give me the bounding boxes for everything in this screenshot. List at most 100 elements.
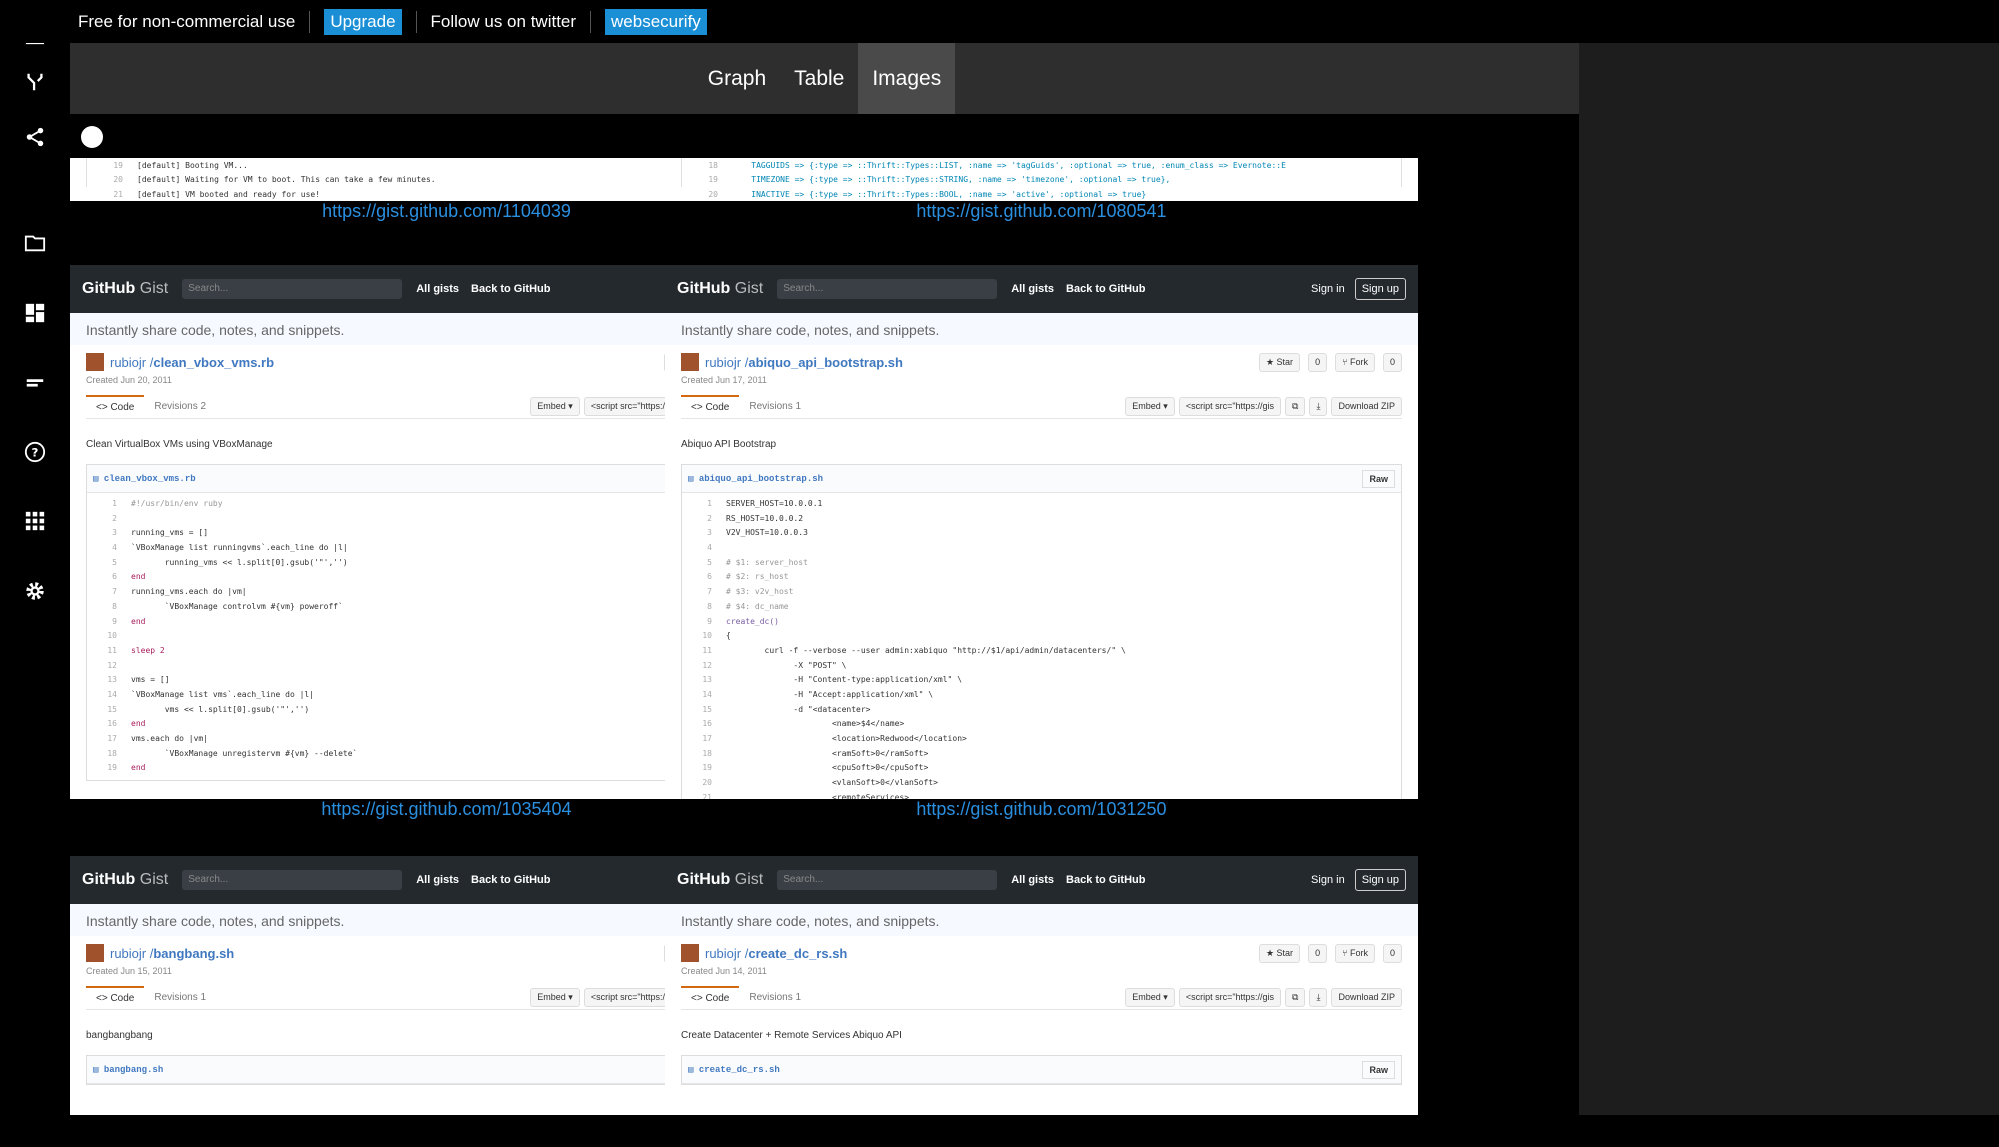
upgrade-button[interactable]: Upgrade — [324, 8, 402, 35]
embed-input[interactable]: <script src="https://gis — [1178, 397, 1282, 416]
raw-button[interactable]: Raw — [1362, 469, 1395, 488]
embed-select[interactable]: Embed ▾ — [1125, 397, 1175, 416]
sign-up-button[interactable]: Sign up — [1354, 869, 1406, 891]
download-zip-button[interactable]: Download ZIP — [1331, 988, 1402, 1007]
right-panel — [1579, 43, 1999, 1115]
desktop-icon[interactable]: ⤓ — [1309, 988, 1328, 1007]
gist-name[interactable]: clean_vbox_vms.rb — [153, 355, 274, 370]
tab-code[interactable]: <> Code — [681, 986, 740, 1009]
gist-tools: Embed ▾<script src="https://gis⧉⤓Downloa… — [1125, 397, 1402, 416]
line-text: create_dc() — [726, 616, 779, 626]
settings-icon[interactable] — [20, 576, 50, 606]
gist-url[interactable]: https://gist.github.com/1080541 — [665, 201, 1418, 223]
github-logo: GitHub Gist — [82, 871, 169, 888]
tab-code[interactable]: <> Code — [86, 395, 145, 418]
help-icon[interactable]: ? — [20, 437, 50, 467]
line-number: 13 — [702, 675, 712, 685]
line-number: 16 — [702, 719, 712, 729]
gist-owner[interactable]: rubiojr / — [110, 946, 153, 961]
line-text: # $1: server_host — [726, 557, 808, 567]
copy-icon[interactable]: ⧉ — [1285, 988, 1306, 1007]
line-text: # $4: dc_name — [726, 601, 789, 611]
sign-in-link[interactable]: Sign in — [1311, 283, 1345, 295]
tab-graph[interactable]: Graph — [694, 43, 780, 114]
tab-revisions[interactable]: Revisions 1 — [144, 987, 216, 1008]
tab-revisions[interactable]: Revisions 2 — [144, 396, 216, 417]
fork-button[interactable]: ⑂ Fork — [1335, 352, 1375, 372]
line-text: end — [131, 616, 146, 626]
fork-icon[interactable] — [20, 67, 50, 97]
status-dot[interactable] — [81, 126, 103, 148]
line-text: [default] Waiting for VM to boot. This c… — [137, 175, 436, 184]
line-text: <cpuSoft>0</cpuSoft> — [726, 763, 929, 773]
line-number: 20 — [708, 189, 718, 199]
apps-icon[interactable] — [20, 506, 50, 536]
desktop-icon[interactable]: ⤓ — [1309, 397, 1328, 416]
line-number: 2 — [707, 513, 712, 523]
gist-screenshot[interactable]: GitHub Gist Search... All gists Back to Git… — [665, 265, 1418, 799]
gist-name[interactable]: create_dc_rs.sh — [748, 946, 847, 961]
sign-in-link[interactable]: Sign in — [1311, 874, 1345, 886]
gist-owner[interactable]: rubiojr / — [110, 355, 153, 370]
back-to-github-link[interactable]: Back to GitHub — [471, 874, 550, 886]
code-line: 12 -X "POST" \ — [682, 659, 1401, 674]
search-input[interactable]: Search... — [777, 870, 998, 890]
tab-table[interactable]: Table — [780, 43, 858, 114]
gist-tabs: <> Code Revisions 1 Embed ▾ <script src="ht… — [681, 986, 1402, 1010]
sign-up-button[interactable]: Sign up — [1354, 278, 1406, 300]
file-link[interactable]: ▤ abiquo_api_bootstrap.sh — [688, 474, 823, 484]
github-logo: GitHub Gist — [82, 280, 169, 297]
all-gists-link[interactable]: All gists — [1011, 874, 1054, 886]
gist-name[interactable]: bangbang.sh — [153, 946, 234, 961]
line-text: #!/usr/bin/env ruby — [131, 499, 223, 508]
tab-code[interactable]: <> Code — [86, 986, 145, 1009]
gist-owner[interactable]: rubiojr / — [705, 355, 748, 370]
line-number: 9 — [112, 616, 117, 626]
file-link[interactable]: ▤ create_dc_rs.sh — [688, 1065, 780, 1075]
dashboard-icon[interactable] — [20, 298, 50, 328]
line-text: vms = [] — [131, 675, 170, 685]
code-line: 3 V2V_HOST=10.0.0.3 — [682, 526, 1401, 541]
folder-icon[interactable] — [20, 228, 50, 258]
search-input[interactable]: Search... — [182, 279, 403, 299]
gist-description: Abiquo API Bootstrap — [681, 439, 777, 450]
star-button[interactable]: ★ Star — [1258, 943, 1301, 963]
all-gists-link[interactable]: All gists — [416, 283, 459, 295]
tab-revisions[interactable]: Revisions 1 — [739, 987, 811, 1008]
gist-screenshot[interactable]: GitHub Gist Search... All gists Back to Git… — [665, 856, 1418, 1115]
file-link[interactable]: ▤ bangbang.sh — [93, 1065, 163, 1075]
gist-description: Create Datacenter + Remote Services Abiq… — [681, 1030, 902, 1041]
share-icon[interactable] — [20, 122, 50, 152]
embed-select[interactable]: Embed ▾ — [530, 988, 580, 1007]
gist-name[interactable]: abiquo_api_bootstrap.sh — [748, 355, 903, 370]
code-line: 7 # $3: v2v_host — [682, 585, 1401, 600]
all-gists-link[interactable]: All gists — [416, 874, 459, 886]
copy-icon[interactable]: ⧉ — [1285, 397, 1306, 416]
search-input[interactable]: Search... — [182, 870, 403, 890]
twitter-link[interactable]: websecurify — [605, 8, 707, 35]
license-text: Free for non-commercial use — [78, 11, 296, 31]
gist-owner[interactable]: rubiojr / — [705, 946, 748, 961]
star-button[interactable]: ★ Star — [1258, 352, 1301, 372]
gist-url[interactable]: https://gist.github.com/1031250 — [665, 799, 1418, 821]
raw-button[interactable]: Raw — [1362, 1060, 1395, 1079]
file-link[interactable]: ▤ clean_vbox_vms.rb — [93, 474, 196, 484]
back-to-github-link[interactable]: Back to GitHub — [1066, 283, 1145, 295]
notes-icon[interactable] — [20, 367, 50, 397]
back-to-github-link[interactable]: Back to GitHub — [471, 283, 550, 295]
line-number: 21 — [113, 189, 123, 199]
search-input[interactable]: Search... — [777, 279, 998, 299]
tab-images[interactable]: Images — [858, 43, 956, 114]
line-number: 20 — [702, 778, 712, 788]
tab-revisions[interactable]: Revisions 1 — [739, 396, 811, 417]
back-to-github-link[interactable]: Back to GitHub — [1066, 874, 1145, 886]
embed-select[interactable]: Embed ▾ — [530, 397, 580, 416]
embed-input[interactable]: <script src="https://gis — [1178, 988, 1282, 1007]
all-gists-link[interactable]: All gists — [1011, 283, 1054, 295]
fork-button[interactable]: ⑂ Fork — [1335, 943, 1375, 963]
line-number: 19 — [708, 175, 718, 184]
code-line: 13 -H "Content-type:application/xml" \ — [682, 673, 1401, 688]
embed-select[interactable]: Embed ▾ — [1125, 988, 1175, 1007]
tab-code[interactable]: <> Code — [681, 395, 740, 418]
download-zip-button[interactable]: Download ZIP — [1331, 397, 1402, 416]
